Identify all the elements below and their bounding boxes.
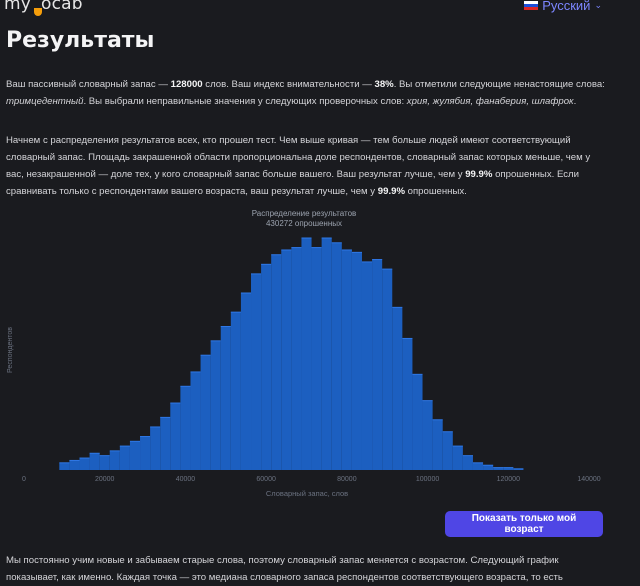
histogram-bar <box>422 400 433 470</box>
histogram-bar <box>341 249 352 470</box>
chevron-down-icon: ⌄ <box>594 0 602 10</box>
distribution-chart: Распределение результатов 430272 опрошен… <box>7 209 601 498</box>
histogram-bar <box>402 338 413 470</box>
summary-paragraph: Ваш пассивный словарный запас — 128000 с… <box>6 79 605 107</box>
histogram-bar <box>432 419 443 470</box>
histogram-bar <box>69 460 80 470</box>
vocab-value: 128000 <box>170 79 203 90</box>
histogram-bar <box>59 462 70 470</box>
histogram-bar <box>412 374 423 470</box>
histogram-bar <box>210 340 221 470</box>
histogram-bar <box>140 436 151 470</box>
histogram-bar <box>230 312 241 470</box>
histogram-bar <box>382 269 393 470</box>
histogram-bar <box>281 249 292 470</box>
attention-value: 38% <box>374 79 394 90</box>
x-tick-label: 80000 <box>337 476 357 483</box>
histogram-bar <box>271 254 282 470</box>
show-my-age-button[interactable]: Показать только мой возраст <box>445 511 603 537</box>
percentile-all: 99.9% <box>465 169 493 180</box>
x-tick-label: 60000 <box>256 476 276 483</box>
histogram-bar <box>129 441 141 470</box>
histogram-bar <box>109 450 120 470</box>
histogram-bar <box>251 273 262 470</box>
histogram-bar <box>150 426 161 470</box>
x-tick-label: 140000 <box>577 476 600 483</box>
histogram-bar <box>301 238 312 470</box>
distribution-paragraph: Начнем с распределения результатов всех,… <box>6 135 591 197</box>
wrong-words: хрия, жулябия, фанаберия, шлафрок <box>406 96 574 107</box>
histogram-bar <box>392 307 403 470</box>
histogram-bar <box>99 455 110 470</box>
page-title: Результаты <box>6 28 155 53</box>
histogram-bar <box>170 403 181 470</box>
histogram-bar <box>220 326 231 470</box>
percentile-age: 99.9% <box>377 186 405 197</box>
y-axis-label: Респондентов <box>7 327 14 373</box>
histogram-bar <box>89 453 100 470</box>
histogram-bar <box>331 242 342 470</box>
histogram-bar <box>351 252 362 470</box>
x-tick-label: 20000 <box>95 476 115 483</box>
x-tick-label: 0 <box>22 476 26 483</box>
histogram-bar <box>462 455 473 470</box>
x-tick-label: 40000 <box>176 476 196 483</box>
russian-flag-icon <box>524 0 539 11</box>
histogram-bar <box>372 259 383 470</box>
histogram-bar <box>311 247 322 470</box>
x-tick-label: 100000 <box>416 476 439 483</box>
logo-mark-icon <box>34 8 42 16</box>
language-label: Русский <box>542 0 591 13</box>
histogram-bar <box>361 261 373 470</box>
histogram-bar <box>321 238 332 470</box>
histogram-bar <box>261 264 272 470</box>
histogram-bar <box>200 355 211 470</box>
histogram-bar <box>291 247 302 470</box>
x-tick-label: 120000 <box>497 476 520 483</box>
chart-subtitle: 430272 опрошенных <box>266 219 342 228</box>
histogram-bar <box>180 386 191 470</box>
logo[interactable]: my ocab <box>4 0 83 14</box>
chart-title: Распределение результатов <box>252 209 357 218</box>
fake-words: тримцедентный <box>6 96 84 107</box>
age-paragraph: Мы постоянно учим новые и забываем стары… <box>6 555 563 583</box>
histogram-bar <box>79 458 90 470</box>
histogram-bar <box>240 293 252 470</box>
histogram-bar <box>119 446 130 470</box>
histogram-bar <box>442 431 453 470</box>
histogram-bar <box>452 446 463 470</box>
x-axis-label: Словарный запас, слов <box>266 489 348 498</box>
language-selector[interactable]: Русский ⌄ <box>524 0 602 13</box>
top-bar: my ocab Русский ⌄ <box>0 0 640 16</box>
histogram-bar <box>160 417 171 470</box>
histogram-bar <box>483 465 494 470</box>
histogram-bar <box>190 371 201 470</box>
histogram-bar <box>472 462 484 470</box>
